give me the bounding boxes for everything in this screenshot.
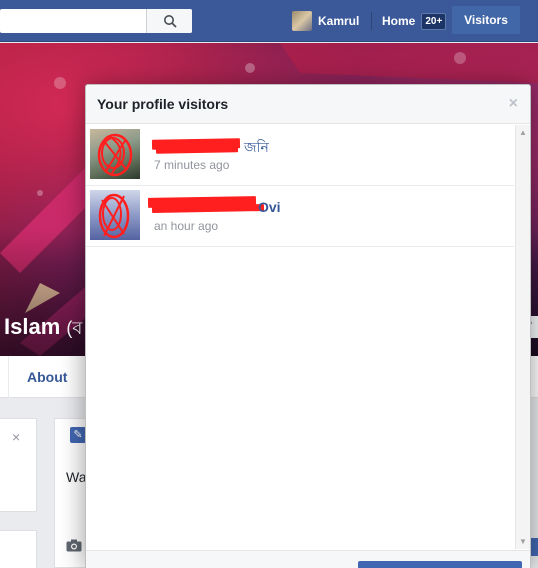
footer-button[interactable]: [358, 561, 522, 568]
visitor-name[interactable]: জনি: [244, 136, 269, 160]
name-redaction: [155, 146, 239, 154]
left-card-lower: [0, 530, 37, 568]
profile-visitors-dialog: Your profile visitors × জনি 7 minutes ag…: [85, 84, 531, 568]
pencil-icon[interactable]: ✎: [70, 427, 86, 443]
nav-visitors-button[interactable]: Visitors: [452, 6, 520, 34]
profile-name-suffix: (ব: [66, 318, 83, 338]
list-item[interactable]: Ovi an hour ago: [86, 186, 514, 247]
user-avatar: [292, 11, 312, 31]
visitor-list: জনি 7 minutes ago Ovi an hour ago: [86, 125, 514, 511]
camera-icon[interactable]: [66, 539, 82, 555]
visit-time: 7 minutes ago: [154, 158, 230, 172]
left-card: ×: [0, 418, 37, 512]
visitor-name[interactable]: Ovi: [258, 199, 281, 215]
nav-divider: [371, 12, 372, 30]
list-item[interactable]: জনি 7 minutes ago: [86, 125, 514, 186]
search-icon: [163, 15, 177, 28]
top-nav-bar: Kamrul Home 20+ Visitors: [0, 0, 538, 42]
name-redaction: [151, 204, 265, 213]
redaction-scribble: [97, 133, 133, 177]
scroll-down-arrow[interactable]: ▼: [519, 537, 527, 546]
post-button-edge[interactable]: [530, 538, 538, 556]
composer-placeholder[interactable]: Wa: [66, 469, 86, 485]
visit-time: an hour ago: [154, 219, 219, 233]
dialog-title: Your profile visitors: [97, 96, 229, 112]
home-notification-badge: 20+: [421, 12, 447, 30]
nav-user-name: Kamrul: [318, 14, 360, 28]
tab-about[interactable]: About: [8, 356, 85, 398]
visitor-avatar[interactable]: [90, 190, 140, 240]
scroll-up-arrow[interactable]: ▲: [519, 128, 527, 137]
redaction-scribble: [98, 193, 130, 239]
nav-user-profile-link[interactable]: Kamrul: [292, 10, 359, 32]
profile-name[interactable]: Islam (ব: [4, 314, 82, 345]
nav-home-link[interactable]: Home 20+: [382, 10, 447, 32]
dialog-scrollbar[interactable]: ▲ ▼: [515, 125, 530, 549]
close-icon[interactable]: ×: [509, 95, 518, 113]
nav-home-label: Home: [382, 14, 416, 28]
dialog-footer: [86, 550, 530, 568]
dialog-header: Your profile visitors ×: [86, 85, 530, 124]
composer-card: ✎ Wa: [54, 418, 86, 568]
visitor-avatar[interactable]: [90, 129, 140, 179]
profile-name-text: Islam: [4, 314, 61, 339]
close-icon[interactable]: ×: [12, 429, 20, 445]
search-button[interactable]: [146, 9, 192, 33]
